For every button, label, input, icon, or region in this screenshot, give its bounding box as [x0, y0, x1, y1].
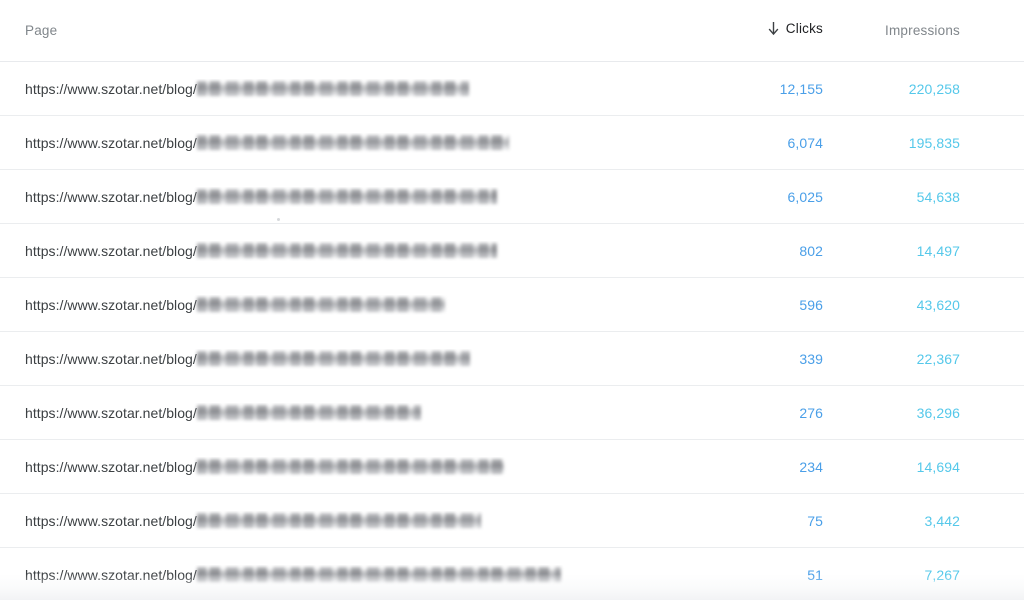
- cell-clicks: 802: [740, 241, 823, 261]
- clicks-value: 276: [799, 404, 823, 421]
- table-header-row: Page Clicks Impressions: [0, 0, 1024, 62]
- cell-impressions: 54,638: [823, 187, 992, 207]
- arrow-down-icon: [767, 21, 780, 36]
- cell-page-url[interactable]: https://www.szotar.net/blog/: [0, 295, 740, 315]
- url-prefix-text: https://www.szotar.net/blog/: [25, 134, 197, 151]
- cell-impressions: 36,296: [823, 403, 992, 423]
- cell-clicks: 75: [740, 511, 823, 531]
- cell-clicks: 12,155: [740, 79, 823, 99]
- cell-clicks: 234: [740, 457, 823, 477]
- cell-impressions: 14,497: [823, 241, 992, 261]
- url-slug-redacted: [196, 567, 561, 582]
- table-body: https://www.szotar.net/blog/12,155 220,25…: [0, 62, 1024, 600]
- column-header-impressions-label: Impressions: [885, 22, 960, 38]
- cell-impressions: 43,620: [823, 295, 992, 315]
- cell-impressions: 22,367: [823, 349, 992, 369]
- cell-page-url[interactable]: https://www.szotar.net/blog/: [0, 241, 740, 261]
- url-slug-redacted: [196, 243, 497, 258]
- table-row[interactable]: https://www.szotar.net/blog/75 3,442: [0, 494, 1024, 548]
- url-slug-redacted: [196, 405, 421, 420]
- cell-page-url[interactable]: https://www.szotar.net/blog/: [0, 79, 740, 99]
- performance-table: Page Clicks Impressions https://www.szot…: [0, 0, 1024, 600]
- clicks-value: 6,025: [787, 188, 823, 205]
- url-prefix-text: https://www.szotar.net/blog/: [25, 350, 197, 367]
- cell-page-url[interactable]: https://www.szotar.net/blog/: [0, 133, 740, 153]
- table-row[interactable]: https://www.szotar.net/blog/234 14,694: [0, 440, 1024, 494]
- url-prefix-text: https://www.szotar.net/blog/: [25, 566, 197, 583]
- impressions-value: 22,367: [916, 350, 960, 367]
- cell-page-url[interactable]: https://www.szotar.net/blog/: [0, 457, 740, 477]
- clicks-value: 339: [799, 350, 823, 367]
- clicks-value: 75: [807, 512, 823, 529]
- url-slug-redacted: [196, 459, 504, 474]
- cell-page-url[interactable]: https://www.szotar.net/blog/: [0, 403, 740, 423]
- cell-impressions: 220,258: [823, 79, 992, 99]
- url-slug-redacted: [196, 135, 509, 150]
- impressions-value: 3,442: [924, 512, 960, 529]
- speck-artifact: [277, 218, 280, 221]
- column-header-page[interactable]: Page: [0, 22, 740, 40]
- cell-clicks: 276: [740, 403, 823, 423]
- url-slug-redacted: [196, 351, 470, 366]
- cell-impressions: 3,442: [823, 511, 992, 531]
- table-row[interactable]: https://www.szotar.net/blog/6,074 195,835: [0, 116, 1024, 170]
- url-slug-redacted: [196, 297, 445, 312]
- url-prefix-text: https://www.szotar.net/blog/: [25, 80, 197, 97]
- cell-impressions: 195,835: [823, 133, 992, 153]
- column-header-impressions[interactable]: Impressions: [823, 22, 992, 40]
- impressions-value: 36,296: [916, 404, 960, 421]
- column-header-clicks-label: Clicks: [785, 20, 823, 36]
- cell-page-url[interactable]: https://www.szotar.net/blog/: [0, 565, 740, 585]
- url-prefix-text: https://www.szotar.net/blog/: [25, 188, 197, 205]
- table-row[interactable]: https://www.szotar.net/blog/276 36,296: [0, 386, 1024, 440]
- column-header-clicks-inner: Clicks: [767, 20, 823, 38]
- table-row[interactable]: https://www.szotar.net/blog/802 14,497: [0, 224, 1024, 278]
- cell-clicks: 6,025: [740, 187, 823, 207]
- cell-clicks: 6,074: [740, 133, 823, 153]
- url-slug-redacted: [196, 189, 497, 204]
- table-row[interactable]: https://www.szotar.net/blog/51 7,267: [0, 548, 1024, 600]
- cell-clicks: 51: [740, 565, 823, 585]
- url-slug-redacted: [196, 513, 481, 528]
- url-prefix-text: https://www.szotar.net/blog/: [25, 242, 197, 259]
- cell-impressions: 7,267: [823, 565, 992, 585]
- impressions-value: 14,694: [916, 458, 960, 475]
- cell-page-url[interactable]: https://www.szotar.net/blog/: [0, 511, 740, 531]
- cell-impressions: 14,694: [823, 457, 992, 477]
- url-slug-redacted: [196, 81, 469, 96]
- url-prefix-text: https://www.szotar.net/blog/: [25, 404, 197, 421]
- impressions-value: 7,267: [924, 566, 960, 583]
- url-prefix-text: https://www.szotar.net/blog/: [25, 512, 197, 529]
- impressions-value: 14,497: [916, 242, 960, 259]
- cell-clicks: 339: [740, 349, 823, 369]
- cell-page-url[interactable]: https://www.szotar.net/blog/: [0, 187, 740, 207]
- clicks-value: 802: [799, 242, 823, 259]
- cell-page-url[interactable]: https://www.szotar.net/blog/: [0, 349, 740, 369]
- clicks-value: 234: [799, 458, 823, 475]
- url-prefix-text: https://www.szotar.net/blog/: [25, 296, 197, 313]
- table-row[interactable]: https://www.szotar.net/blog/596 43,620: [0, 278, 1024, 332]
- table-row[interactable]: https://www.szotar.net/blog/12,155 220,25…: [0, 62, 1024, 116]
- impressions-value: 220,258: [908, 80, 960, 97]
- table-row[interactable]: https://www.szotar.net/blog/339 22,367: [0, 332, 1024, 386]
- clicks-value: 6,074: [787, 134, 823, 151]
- url-prefix-text: https://www.szotar.net/blog/: [25, 458, 197, 475]
- clicks-value: 596: [799, 296, 823, 313]
- impressions-value: 195,835: [908, 134, 960, 151]
- column-header-clicks[interactable]: Clicks: [740, 20, 823, 42]
- clicks-value: 51: [807, 566, 823, 583]
- column-header-page-label: Page: [25, 22, 58, 38]
- impressions-value: 43,620: [916, 296, 960, 313]
- table-row[interactable]: https://www.szotar.net/blog/6,025 54,638: [0, 170, 1024, 224]
- cell-clicks: 596: [740, 295, 823, 315]
- impressions-value: 54,638: [916, 188, 960, 205]
- clicks-value: 12,155: [779, 80, 823, 97]
